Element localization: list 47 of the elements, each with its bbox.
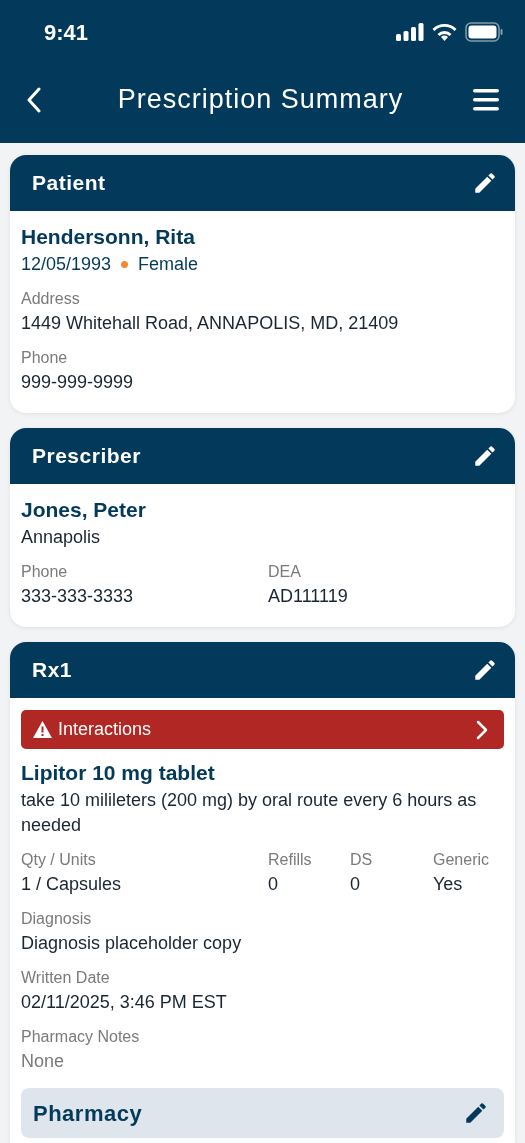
field-value: 02/11/2025, 3:46 PM EST bbox=[21, 991, 228, 1014]
chevron-right-icon bbox=[476, 719, 488, 740]
card-title: Prescriber bbox=[32, 443, 141, 470]
card-title: Rx1 bbox=[32, 657, 73, 684]
pencil-icon bbox=[472, 443, 498, 469]
menu-icon bbox=[473, 88, 499, 111]
warning-icon bbox=[33, 721, 52, 738]
field-label: DS bbox=[350, 850, 374, 870]
signal-icon bbox=[396, 23, 424, 41]
pencil-icon bbox=[463, 1100, 489, 1126]
field-value: 1 / Capsules bbox=[21, 873, 123, 896]
field-label: Pharmacy Notes bbox=[21, 1027, 141, 1047]
field-label: Refills bbox=[268, 850, 313, 870]
interactions-alert[interactable]: Interactions bbox=[21, 710, 504, 749]
battery-icon bbox=[465, 22, 503, 42]
section-title: Pharmacy bbox=[33, 1099, 143, 1128]
field-label: Written Date bbox=[21, 968, 111, 988]
pencil-icon bbox=[472, 170, 498, 196]
field-label: Phone bbox=[21, 562, 69, 582]
field-label: DEA bbox=[268, 562, 302, 582]
field-value: None bbox=[21, 1050, 66, 1073]
field-value: 999-999-9999 bbox=[21, 371, 135, 394]
meta-text: 12/05/1993 bbox=[21, 253, 112, 276]
pencil-icon bbox=[472, 657, 498, 683]
name-text: Lipitor 10 mg tablet bbox=[21, 760, 216, 786]
field-value: 0 bbox=[268, 873, 279, 896]
field-value: Diagnosis placeholder copy bbox=[21, 932, 243, 955]
field-value: 333-333-3333 bbox=[21, 585, 135, 608]
name-text: Jones, Peter bbox=[21, 497, 147, 523]
field-value: Yes bbox=[433, 873, 464, 896]
name-text: Hendersonn, Rita bbox=[21, 224, 196, 250]
field-label: Generic bbox=[433, 850, 491, 870]
back-icon bbox=[26, 86, 42, 113]
field-value: AD111119 bbox=[268, 585, 349, 608]
field-value: 0 bbox=[350, 873, 361, 896]
field-label: Qty / Units bbox=[21, 850, 97, 870]
detail-text: take 10 milileters (200 mg) by oral route every 6 hours as needed bbox=[21, 789, 478, 837]
field-value: 1449 Whitehall Road, ANNAPOLIS, MD, 21409 bbox=[21, 312, 400, 335]
field-label: Diagnosis bbox=[21, 909, 93, 929]
status-time: 9:41 bbox=[44, 18, 89, 47]
field-label: Phone bbox=[21, 348, 69, 368]
wifi-icon bbox=[432, 23, 457, 41]
detail-text: Annapolis bbox=[21, 526, 102, 549]
meta-text: Female bbox=[138, 253, 199, 276]
card-title: Patient bbox=[32, 170, 106, 197]
screen-title: Prescription Summary bbox=[117, 83, 404, 117]
field-label: Address bbox=[21, 289, 81, 309]
